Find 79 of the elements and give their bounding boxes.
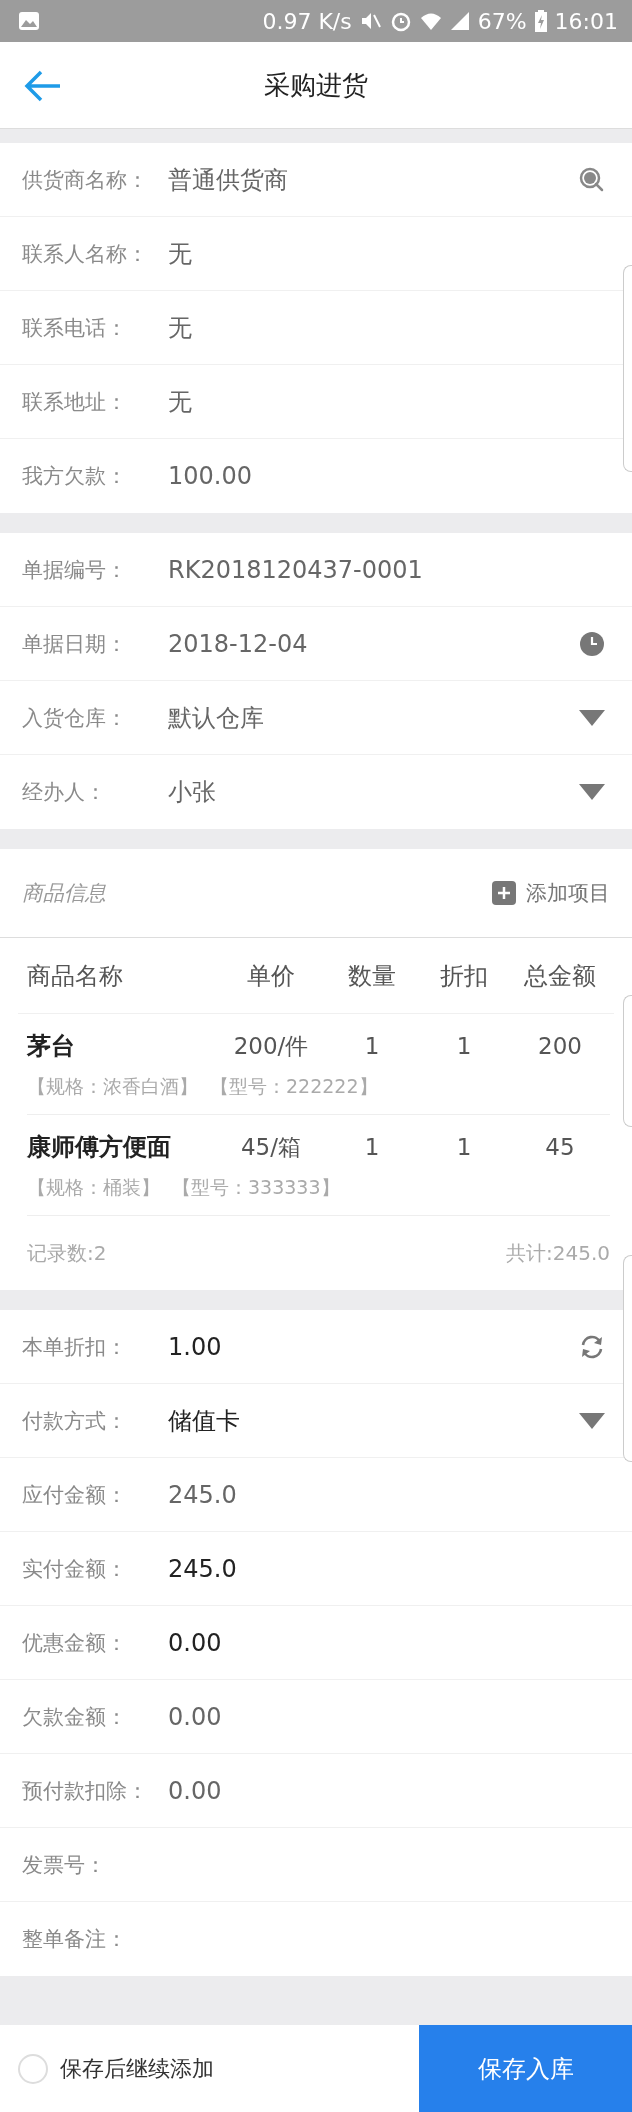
clock-icon[interactable]: [578, 629, 606, 658]
total-sum: 共计:245.0: [506, 1239, 610, 1267]
table-cell-text: 45/箱: [240, 1132, 302, 1162]
field-label: 联系人名称：: [22, 240, 149, 268]
page-title: 采购进货: [264, 68, 368, 102]
field-label: 整单备注：: [22, 1926, 128, 1953]
field-label: 单据日期：: [22, 630, 128, 658]
field-label: 付款方式：: [22, 1407, 128, 1435]
field-label: 供货商名称：: [22, 166, 149, 194]
field-value: 0.00: [168, 1702, 223, 1731]
product-model: 【型号：222222】: [210, 1074, 378, 1099]
plus-icon: [492, 881, 516, 905]
field-label: 单据编号：: [22, 556, 128, 584]
table-cell-text: 45: [544, 1134, 576, 1160]
field-value[interactable]: 储值卡: [168, 1404, 578, 1437]
add-item-button[interactable]: 添加项目: [492, 879, 610, 907]
signal-icon: [449, 11, 470, 31]
field-value[interactable]: 1.00: [168, 1332, 578, 1361]
save-button[interactable]: 保存入库: [419, 2025, 632, 2112]
search-icon[interactable]: [578, 165, 606, 194]
table-cell-text: 1: [455, 1134, 473, 1160]
product-spec: 【规格：桶装】: [27, 1175, 160, 1200]
column-header: 单价: [246, 960, 296, 992]
field-value[interactable]: 245.0: [168, 1554, 610, 1583]
field-label: 入货仓库：: [22, 704, 128, 732]
field-value: 默认仓库: [168, 702, 265, 734]
battery-percent: 67%: [477, 8, 527, 34]
field-label: 我方欠款：: [22, 463, 128, 490]
table-cell-text: 1: [363, 1134, 381, 1160]
field-label: 联系地址：: [22, 388, 128, 416]
back-arrow-icon[interactable]: [24, 69, 62, 103]
table-cell-text: 1: [455, 1033, 473, 1059]
field-value: 245.0: [168, 1480, 238, 1509]
field-label: 发票号：: [22, 1851, 107, 1879]
field-value: 无: [168, 238, 193, 270]
field-value: 100.00: [168, 462, 253, 490]
field-label: 应付金额：: [22, 1481, 128, 1509]
product-model: 【型号：333333】: [172, 1175, 340, 1200]
clock-time: 16:01: [554, 8, 618, 34]
field-value: 0.00: [168, 1776, 223, 1805]
field-value: 小张: [168, 777, 217, 808]
table-cell-text: 200/件: [232, 1031, 310, 1061]
alarm-icon: [389, 10, 412, 32]
section-title: 商品信息: [22, 880, 107, 907]
continue-adding-checkbox[interactable]: 保存后继续添加: [0, 2052, 419, 2085]
battery-icon: [534, 10, 547, 32]
field-value: 无: [168, 386, 193, 418]
column-header: 数量: [347, 960, 397, 992]
product-name: 康师傅方便面: [27, 1132, 172, 1163]
network-speed: 0.97 K/s: [262, 8, 352, 34]
edge-panel-handle[interactable]: [623, 1255, 632, 1462]
table-cell-text: 1: [363, 1033, 381, 1059]
record-count: 记录数:2: [27, 1239, 107, 1267]
column-header: 折扣: [439, 960, 489, 992]
field-label: 欠款金额：: [22, 1703, 128, 1731]
field-label: 联系电话：: [22, 314, 128, 342]
field-label: 经办人：: [22, 779, 107, 806]
field-value[interactable]: 0.00: [168, 1628, 610, 1657]
dropdown-arrow-icon[interactable]: [578, 1410, 606, 1431]
dropdown-arrow-icon[interactable]: [578, 707, 606, 728]
column-header: 总金额: [523, 960, 597, 992]
field-value: 2018-12-04: [168, 629, 309, 658]
column-header: 商品名称: [27, 960, 124, 992]
field-label: 预付款扣除：: [22, 1777, 149, 1805]
gallery-icon: [18, 11, 40, 31]
field-value: 无: [168, 312, 193, 344]
field-value: RK2018120437-0001: [168, 555, 424, 584]
field-label: 本单折扣：: [22, 1333, 128, 1361]
wifi-icon: [419, 11, 442, 31]
field-label: 实付金额：: [22, 1555, 128, 1583]
field-value: 普通供货商: [168, 164, 289, 196]
dropdown-arrow-icon[interactable]: [578, 782, 606, 802]
edge-panel-handle[interactable]: [623, 995, 632, 1127]
field-label: 优惠金额：: [22, 1629, 128, 1657]
product-spec: 【规格：浓香白酒】: [27, 1074, 198, 1099]
table-cell-text: 200: [537, 1033, 583, 1059]
mute-icon: [359, 11, 382, 31]
product-name: 茅台: [27, 1031, 76, 1062]
edge-panel-handle[interactable]: [623, 265, 632, 472]
